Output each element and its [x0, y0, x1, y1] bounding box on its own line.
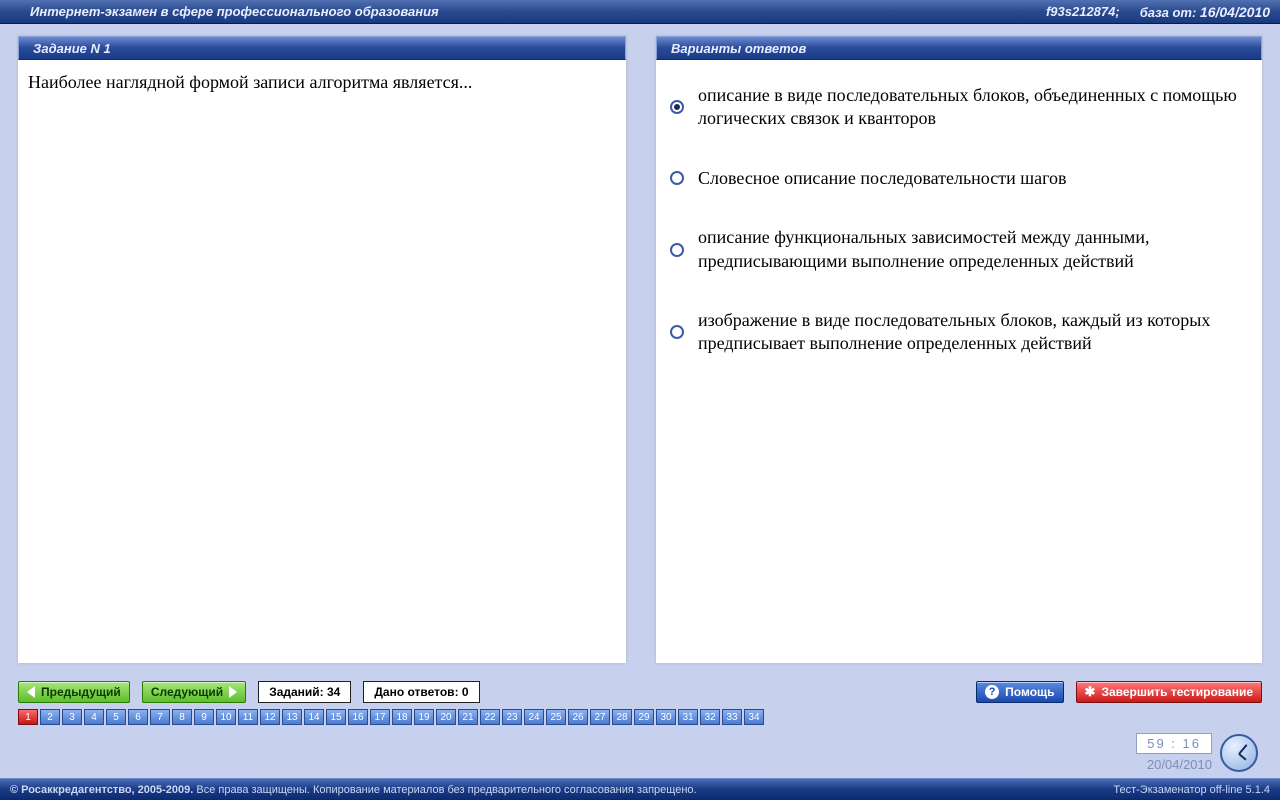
question-nav-item[interactable]: 22 — [480, 709, 500, 725]
answer-text: Словесное описание последовательности ша… — [698, 167, 1067, 190]
footer-rights: Все права защищены. Копирование материал… — [196, 784, 696, 796]
question-nav-item[interactable]: 10 — [216, 709, 236, 725]
footer-bar: © Росаккредагентство, 2005-2009. Все пра… — [0, 778, 1280, 800]
question-nav-item[interactable]: 7 — [150, 709, 170, 725]
triangle-left-icon — [27, 686, 35, 698]
question-panel: Задание N 1 Наиболее наглядной формой за… — [18, 36, 626, 663]
app-title: Интернет-экзамен в сфере профессионально… — [30, 4, 439, 19]
question-nav-item[interactable]: 31 — [678, 709, 698, 725]
question-nav-item[interactable]: 5 — [106, 709, 126, 725]
question-nav-item[interactable]: 3 — [62, 709, 82, 725]
db-info: база от: 16/04/2010 — [1140, 4, 1270, 20]
question-nav-item[interactable]: 21 — [458, 709, 478, 725]
prev-button[interactable]: Предыдущий — [18, 681, 130, 703]
question-nav-item[interactable]: 12 — [260, 709, 280, 725]
finish-button[interactable]: ✱ Завершить тестирование — [1076, 681, 1262, 703]
answer-text: изображение в виде последовательных блок… — [698, 309, 1248, 356]
footer-copyright: © Росаккредагентство, 2005-2009. — [10, 784, 193, 796]
question-nav-item[interactable]: 24 — [524, 709, 544, 725]
time-remaining: 59 : 16 — [1136, 733, 1212, 754]
answered-count: Дано ответов: 0 — [363, 681, 479, 703]
question-panel-header: Задание N 1 — [18, 36, 626, 60]
answer-option[interactable]: описание в виде последовательных блоков,… — [670, 84, 1248, 131]
title-bar: Интернет-экзамен в сфере профессионально… — [0, 0, 1280, 24]
question-nav-item[interactable]: 26 — [568, 709, 588, 725]
question-nav-item[interactable]: 4 — [84, 709, 104, 725]
question-nav: 1234567891011121314151617181920212223242… — [0, 705, 1280, 733]
question-nav-item[interactable]: 11 — [238, 709, 258, 725]
question-nav-item[interactable]: 23 — [502, 709, 522, 725]
question-nav-item[interactable]: 29 — [634, 709, 654, 725]
question-nav-item[interactable]: 16 — [348, 709, 368, 725]
radio-icon[interactable] — [670, 100, 684, 114]
main-area: Задание N 1 Наиболее наглядной формой за… — [0, 24, 1280, 675]
runner-icon: ✱ — [1085, 684, 1096, 700]
question-nav-item[interactable]: 13 — [282, 709, 302, 725]
question-nav-item[interactable]: 34 — [744, 709, 764, 725]
question-nav-item[interactable]: 18 — [392, 709, 412, 725]
question-nav-item[interactable]: 30 — [656, 709, 676, 725]
question-nav-item[interactable]: 33 — [722, 709, 742, 725]
controls-bar: Предыдущий Следующий Заданий: 34 Дано от… — [0, 675, 1280, 705]
question-nav-item[interactable]: 27 — [590, 709, 610, 725]
answers-list: описание в виде последовательных блоков,… — [656, 60, 1262, 663]
help-button[interactable]: ? Помощь — [976, 681, 1063, 703]
radio-icon[interactable] — [670, 243, 684, 257]
question-nav-item[interactable]: 17 — [370, 709, 390, 725]
question-nav-item[interactable]: 25 — [546, 709, 566, 725]
question-nav-item[interactable]: 8 — [172, 709, 192, 725]
question-nav-item[interactable]: 28 — [612, 709, 632, 725]
answer-option[interactable]: изображение в виде последовательных блок… — [670, 309, 1248, 356]
question-nav-item[interactable]: 9 — [194, 709, 214, 725]
clock-row: 59 : 16 20/04/2010 — [0, 733, 1280, 778]
question-nav-item[interactable]: 19 — [414, 709, 434, 725]
question-nav-item[interactable]: 20 — [436, 709, 456, 725]
tasks-count: Заданий: 34 — [258, 681, 351, 703]
question-mark-icon: ? — [985, 685, 999, 699]
radio-icon[interactable] — [670, 171, 684, 185]
answer-text: описание в виде последовательных блоков,… — [698, 84, 1248, 131]
answer-text: описание функциональных зависимостей меж… — [698, 226, 1248, 273]
answers-panel-header: Варианты ответов — [656, 36, 1262, 60]
session-id: f93s212874; — [1046, 4, 1120, 19]
question-text: Наиболее наглядной формой записи алгорит… — [18, 60, 626, 663]
current-date: 20/04/2010 — [1136, 757, 1212, 772]
answer-option[interactable]: Словесное описание последовательности ша… — [670, 167, 1248, 190]
answer-option[interactable]: описание функциональных зависимостей меж… — [670, 226, 1248, 273]
answers-panel: Варианты ответов описание в виде последо… — [656, 36, 1262, 663]
next-button[interactable]: Следующий — [142, 681, 246, 703]
clock-icon — [1220, 734, 1258, 772]
footer-version: Тест-Экзаменатор off-line 5.1.4 — [1113, 784, 1270, 796]
radio-icon[interactable] — [670, 325, 684, 339]
question-nav-item[interactable]: 6 — [128, 709, 148, 725]
question-nav-item[interactable]: 2 — [40, 709, 60, 725]
question-nav-item[interactable]: 15 — [326, 709, 346, 725]
question-nav-item[interactable]: 32 — [700, 709, 720, 725]
question-nav-item[interactable]: 1 — [18, 709, 38, 725]
triangle-right-icon — [229, 686, 237, 698]
question-nav-item[interactable]: 14 — [304, 709, 324, 725]
